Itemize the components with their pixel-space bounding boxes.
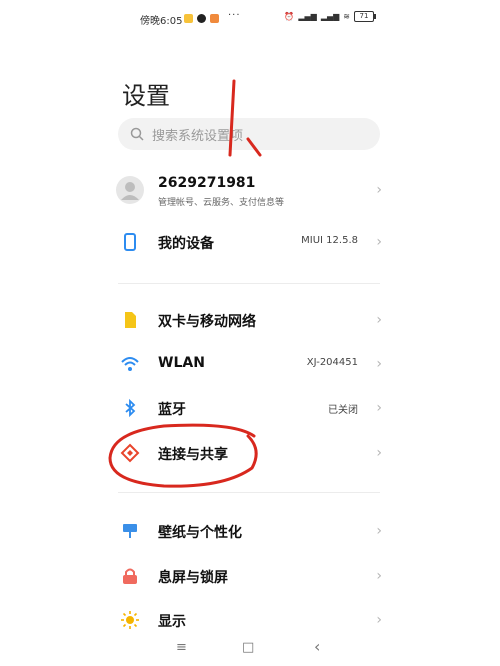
chevron-right-icon: › <box>376 234 382 250</box>
status-time: 傍晚6:05 <box>140 16 183 27</box>
chevron-right-icon: › <box>376 445 382 461</box>
wlan-value: XJ-204451 <box>306 357 358 368</box>
navigation-bar: ≡ □ ‹ <box>100 636 392 662</box>
display-label: 显示 <box>158 614 186 630</box>
connection-sharing-label: 连接与共享 <box>158 447 228 463</box>
search-placeholder: 搜索系统设置项 <box>152 128 244 144</box>
account-subtitle: 管理帐号、云服务、支付信息等 <box>158 198 285 208</box>
chevron-right-icon: › <box>376 182 382 198</box>
sim-network-label: 双卡与移动网络 <box>158 314 256 330</box>
signal-icon: ▂▄▆ <box>320 12 340 21</box>
wallpaper-icon <box>123 524 137 538</box>
lock-screen-label: 息屏与锁屏 <box>158 570 228 586</box>
chevron-right-icon: › <box>376 523 382 539</box>
status-indicators: ⏰ ▂▄▆ ▂▄▆ ≋ 71 <box>284 11 376 22</box>
wallpaper-row[interactable]: 壁纸与个性化 › <box>100 509 392 553</box>
alarm-icon: ⏰ <box>284 12 295 21</box>
sim-card-icon <box>125 312 136 328</box>
connection-sharing-row[interactable]: 连接与共享 › <box>100 431 392 475</box>
brightness-icon <box>121 611 139 629</box>
wallpaper-label: 壁纸与个性化 <box>158 525 242 541</box>
chevron-right-icon: › <box>376 612 382 628</box>
chevron-right-icon: › <box>376 568 382 584</box>
wifi-status-icon: ≋ <box>343 12 350 21</box>
settings-screen: 傍晚6:05 ··· ⏰ ▂▄▆ ▂▄▆ ≋ 71 设置 搜索系统设置项 262… <box>100 0 392 666</box>
device-icon <box>124 233 136 251</box>
search-icon <box>130 127 144 141</box>
divider <box>118 492 380 493</box>
chevron-right-icon: › <box>376 400 382 416</box>
bluetooth-value: 已关闭 <box>328 405 358 416</box>
lock-icon <box>123 568 137 584</box>
chevron-right-icon: › <box>376 356 382 372</box>
page-title: 设置 <box>122 82 170 110</box>
avatar <box>116 176 144 204</box>
penguin-icon <box>197 14 206 23</box>
menu-button[interactable]: ≡ <box>176 640 187 655</box>
battery-icon: 71 <box>354 11 376 22</box>
my-device-value: MIUI 12.5.8 <box>301 235 358 246</box>
app-notification-icon <box>184 14 193 23</box>
status-bar: 傍晚6:05 ··· ⏰ ▂▄▆ ▂▄▆ ≋ 71 <box>100 10 392 28</box>
bluetooth-row[interactable]: 蓝牙 已关闭 › <box>100 386 392 430</box>
bluetooth-icon <box>125 398 136 418</box>
home-button[interactable]: □ <box>242 640 254 655</box>
signal-icon: ▂▄▆ <box>298 12 317 21</box>
my-device-row[interactable]: 我的设备 MIUI 12.5.8 › <box>100 220 392 264</box>
back-button[interactable]: ‹ <box>314 637 320 656</box>
search-input[interactable]: 搜索系统设置项 <box>118 118 380 150</box>
sim-network-row[interactable]: 双卡与移动网络 › <box>100 298 392 342</box>
more-notifications-icon: ··· <box>228 10 241 21</box>
lock-screen-row[interactable]: 息屏与锁屏 › <box>100 554 392 598</box>
wlan-label: WLAN <box>158 355 205 371</box>
account-name: 2629271981 <box>158 175 256 191</box>
my-device-label: 我的设备 <box>158 236 214 252</box>
wifi-icon <box>121 357 139 371</box>
chevron-right-icon: › <box>376 312 382 328</box>
divider <box>118 283 380 284</box>
share-icon <box>120 443 140 463</box>
app-notification-icon <box>210 14 219 23</box>
bluetooth-label: 蓝牙 <box>158 402 186 418</box>
wlan-row[interactable]: WLAN XJ-204451 › <box>100 342 392 386</box>
